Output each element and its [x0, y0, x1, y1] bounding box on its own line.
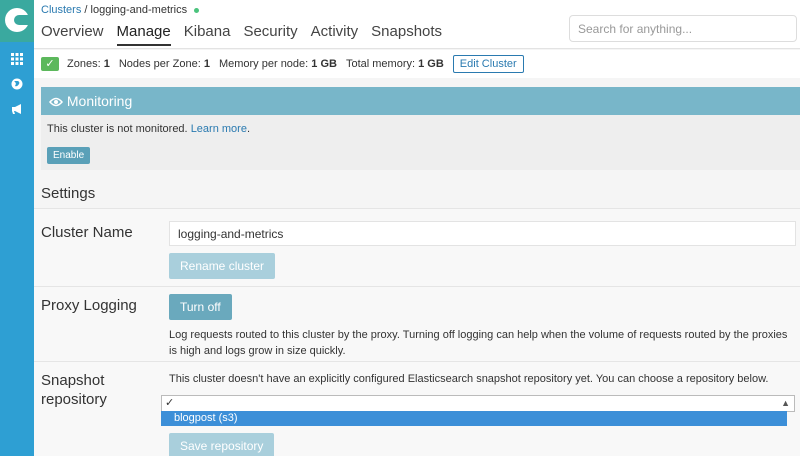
monitoring-header: Monitoring	[41, 87, 800, 115]
header: Clusters / logging-and-metrics Overview …	[34, 0, 800, 49]
cluster-status-icon	[194, 7, 200, 13]
tab-overview[interactable]: Overview	[41, 23, 104, 46]
monitoring-message: This cluster is not monitored. Learn mor…	[47, 123, 251, 135]
breadcrumb-clusters-link[interactable]: Clusters	[41, 4, 81, 16]
checkmark-icon: ✓	[41, 57, 59, 71]
settings-heading: Settings	[41, 185, 96, 202]
breadcrumb-separator: /	[84, 4, 88, 16]
proxy-logging-label: Proxy Logging	[41, 297, 137, 314]
app-logo[interactable]	[0, 0, 34, 42]
memory-per-node-info: Memory per node: 1 GB	[218, 58, 337, 70]
edit-cluster-button[interactable]: Edit Cluster	[452, 55, 524, 73]
nodes-per-zone-info: Nodes per Zone: 1	[118, 58, 210, 70]
monitoring-title: Monitoring	[66, 93, 133, 109]
turn-off-logging-button[interactable]: Turn off	[169, 294, 232, 320]
cluster-name-input[interactable]	[169, 221, 796, 246]
tab-manage[interactable]: Manage	[116, 23, 171, 46]
breadcrumb: Clusters / logging-and-metrics	[41, 4, 200, 16]
tab-kibana[interactable]: Kibana	[184, 23, 231, 46]
megaphone-icon[interactable]	[0, 99, 34, 123]
repository-option-blogpost[interactable]: blogpost (s3)	[161, 411, 787, 426]
tab-bar: Overview Manage Kibana Security Activity…	[41, 23, 455, 46]
breadcrumb-current: logging-and-metrics	[90, 4, 188, 16]
monitoring-panel: Monitoring This cluster is not monitored…	[41, 87, 800, 170]
zones-info: Zones: 1	[67, 58, 110, 70]
snapshot-repository-label: Snapshot repository	[41, 372, 107, 408]
proxy-logging-row: Proxy Logging Turn off Log requests rout…	[34, 286, 800, 361]
search-input[interactable]	[569, 15, 797, 42]
total-memory-info: Total memory: 1 GB	[345, 58, 444, 70]
tab-snapshots[interactable]: Snapshots	[371, 23, 442, 46]
cluster-info-bar: ✓ Zones: 1 Nodes per Zone: 1 Memory per …	[34, 50, 800, 78]
proxy-logging-description: Log requests routed to this cluster by t…	[169, 329, 788, 357]
repository-select[interactable]: ✓ ▲	[161, 395, 795, 412]
rename-cluster-button[interactable]: Rename cluster	[169, 253, 276, 279]
globe-icon[interactable]	[0, 74, 34, 98]
cluster-name-label: Cluster Name	[41, 224, 133, 241]
save-repository-button[interactable]: Save repository	[169, 433, 275, 456]
elastic-cloud-logo-icon	[5, 8, 29, 32]
enable-monitoring-button[interactable]: Enable	[47, 147, 91, 164]
sidebar	[0, 0, 34, 456]
selected-option-check: ✓	[165, 397, 175, 409]
tab-activity[interactable]: Activity	[311, 23, 359, 46]
tab-security[interactable]: Security	[243, 23, 297, 46]
learn-more-link[interactable]: Learn more	[191, 123, 247, 135]
cluster-name-row: Cluster Name Rename cluster	[34, 208, 800, 286]
select-arrows-icon: ▲	[781, 398, 790, 408]
main-content: Clusters / logging-and-metrics Overview …	[34, 0, 800, 456]
grid-icon[interactable]	[0, 49, 34, 73]
eye-icon	[49, 97, 63, 107]
snapshot-description: This cluster doesn't have an explicitly …	[169, 373, 769, 385]
